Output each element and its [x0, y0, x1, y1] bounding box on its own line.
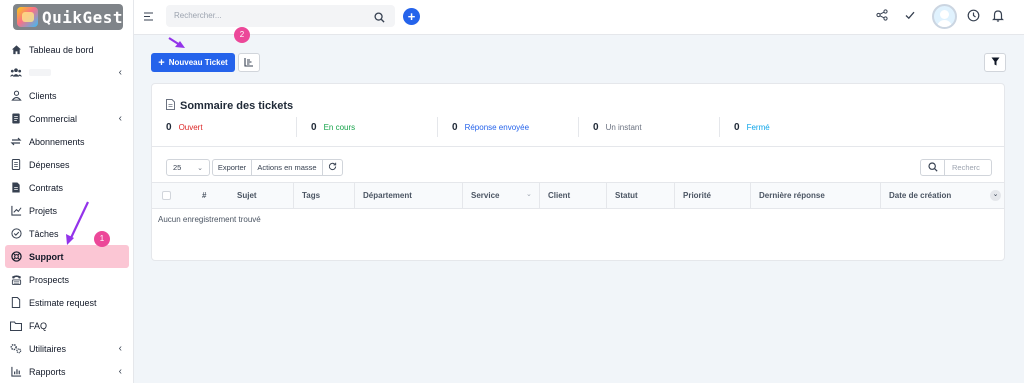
column-header[interactable]: #: [186, 183, 227, 208]
stat-label: Un instant: [605, 122, 642, 132]
annotation-badge-1: 1: [94, 231, 110, 247]
column-header[interactable]: Statut: [606, 183, 674, 208]
column-header[interactable]: Client: [539, 183, 606, 208]
stat-open[interactable]: 0 Ouvert: [152, 117, 296, 137]
column-header[interactable]: Département: [354, 183, 462, 208]
divider: [152, 146, 1004, 147]
stat-label: En cours: [323, 122, 356, 132]
stat-on-hold[interactable]: 0 Un instant: [578, 117, 719, 137]
table-header: # Sujet Tags Département Service ⌄ Clien…: [152, 182, 1004, 209]
chevron-down-icon: ⌄: [197, 164, 203, 172]
export-button[interactable]: Exporter: [212, 159, 252, 176]
stat-count: 0: [166, 121, 172, 133]
refresh-icon: [328, 162, 337, 173]
annotation-arrow-1: [66, 201, 89, 245]
ticket-stats: 0 Ouvert 0 En cours 0 Réponse envoyée 0 …: [152, 117, 1004, 137]
select-all-cell: [152, 183, 186, 208]
stat-label: Fermé: [746, 122, 770, 132]
column-header[interactable]: Sujet: [227, 183, 293, 208]
page-size-value: 25: [173, 163, 182, 172]
bulk-actions-button[interactable]: Actions en masse: [251, 159, 323, 176]
stat-answered[interactable]: 0 Réponse envoyée: [437, 117, 578, 137]
stat-in-progress[interactable]: 0 En cours: [296, 117, 437, 137]
column-header[interactable]: Dernière réponse: [750, 183, 880, 208]
column-header[interactable]: Tags: [293, 183, 354, 208]
reload-button[interactable]: [322, 159, 343, 176]
stat-count: 0: [452, 121, 458, 133]
column-header[interactable]: Priorité: [674, 183, 750, 208]
stat-count: 0: [311, 121, 317, 133]
stat-label: Ouvert: [178, 122, 203, 132]
empty-state-message: Aucun enregistrement trouvé: [158, 215, 261, 224]
stat-label: Réponse envoyée: [464, 122, 530, 132]
document-icon: [166, 99, 175, 113]
page-size-select[interactable]: 25 ⌄: [166, 159, 210, 176]
stat-closed[interactable]: 0 Fermé: [719, 117, 860, 137]
search-icon: [927, 161, 938, 174]
panel-title-text: Sommaire des tickets: [180, 100, 294, 112]
panel-title: Sommaire des tickets: [166, 99, 293, 113]
table-search-input[interactable]: Recherc: [944, 159, 992, 176]
sort-icon: ⌄: [526, 191, 532, 198]
table-search-button[interactable]: [920, 159, 945, 176]
column-toggle-icon[interactable]: ⌄: [990, 190, 1001, 201]
column-header[interactable]: Date de création: [880, 183, 1004, 208]
tickets-panel: Sommaire des tickets 0 Ouvert 0 En cours…: [151, 83, 1005, 261]
table-search-placeholder: Recherc: [952, 163, 980, 172]
stat-count: 0: [734, 121, 740, 133]
annotation-badge-2: 2: [234, 27, 250, 43]
stat-count: 0: [593, 121, 599, 133]
select-all-checkbox[interactable]: [162, 191, 171, 200]
export-label: Exporter: [217, 163, 247, 172]
bulk-actions-label: Actions en masse: [257, 163, 317, 172]
annotation-arrow-2: [168, 37, 185, 48]
